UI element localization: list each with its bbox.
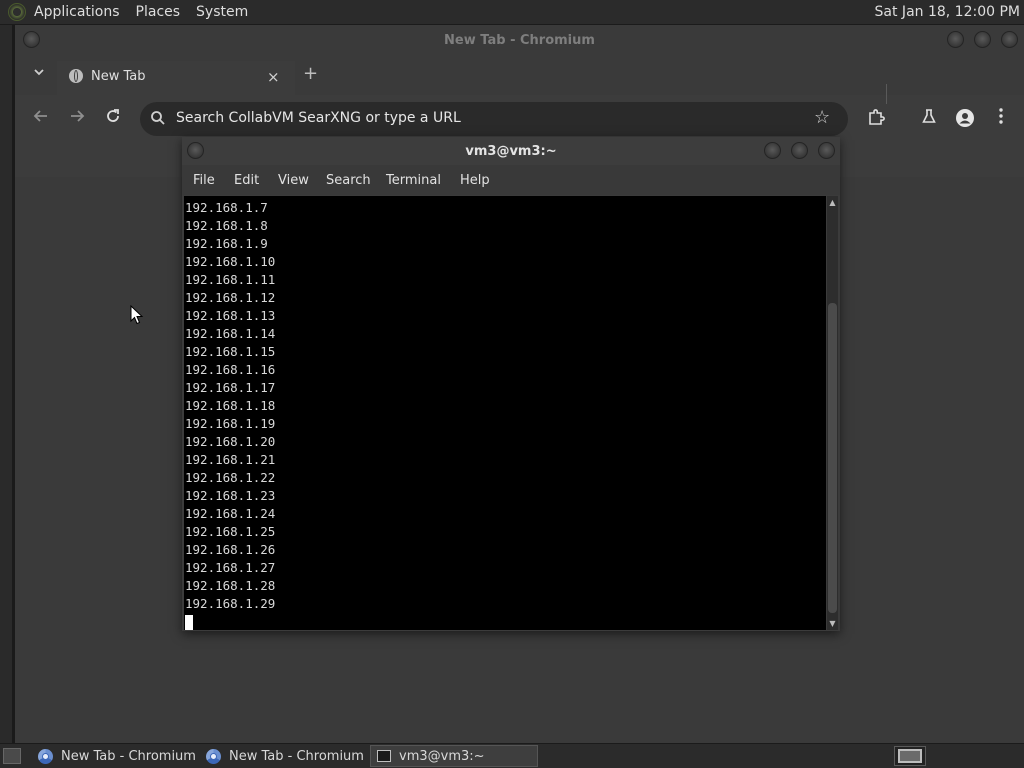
terminal-line: 192.168.1.29 <box>185 596 276 611</box>
extensions-puzzle-icon[interactable] <box>866 108 886 128</box>
terminal-line: 192.168.1.17 <box>185 380 276 395</box>
chromium-icon <box>206 748 221 764</box>
bookmark-star-icon[interactable]: ☆ <box>814 107 830 128</box>
minimize-button[interactable] <box>764 142 781 159</box>
terminal-line: 192.168.1.20 <box>185 434 276 449</box>
chromium-icon <box>38 748 53 764</box>
browser-toolbar: Search CollabVM SearXNG or type a URL ☆ <box>15 95 1024 141</box>
scroll-thumb[interactable] <box>828 303 837 613</box>
terminal-cursor <box>185 614 193 630</box>
browser-menu-icon[interactable] <box>991 108 1011 128</box>
labs-flask-icon[interactable] <box>919 108 939 128</box>
back-arrow-icon[interactable] <box>31 108 51 128</box>
menu-file[interactable]: File <box>193 173 215 188</box>
terminal-line: 192.168.1.19 <box>185 416 276 431</box>
terminal-window: vm3@vm3:~ File Edit View Search Terminal… <box>182 137 840 631</box>
terminal-line: 192.168.1.9 <box>185 236 268 251</box>
menu-terminal[interactable]: Terminal <box>386 173 441 188</box>
show-desktop-icon[interactable] <box>3 748 21 764</box>
tab-close-icon[interactable]: × <box>267 68 280 86</box>
tab-title: New Tab <box>91 69 146 84</box>
terminal-line: 192.168.1.25 <box>185 524 276 539</box>
scroll-down-arrow-icon[interactable]: ▼ <box>828 619 837 628</box>
mouse-pointer-icon <box>130 305 144 325</box>
window-title: New Tab - Chromium <box>444 33 595 48</box>
system-menu[interactable]: System <box>188 4 256 20</box>
maximize-button[interactable] <box>974 31 991 48</box>
terminal-titlebar[interactable]: vm3@vm3:~ <box>182 137 840 165</box>
maximize-button[interactable] <box>791 142 808 159</box>
tab-new-tab[interactable]: New Tab × <box>57 61 295 95</box>
taskbar-item-chromium-2[interactable]: New Tab - Chromium <box>200 745 366 767</box>
terminal-icon <box>377 750 391 762</box>
clock[interactable]: Sat Jan 18, 12:00 PM <box>875 4 1020 20</box>
menu-edit[interactable]: Edit <box>234 173 259 188</box>
terminal-title: vm3@vm3:~ <box>465 144 557 159</box>
taskbar-item-label: New Tab - Chromium <box>61 748 196 764</box>
terminal-line: 192.168.1.27 <box>185 560 276 575</box>
terminal-line: 192.168.1.22 <box>185 470 276 485</box>
new-tab-button[interactable]: + <box>303 65 318 83</box>
reload-icon[interactable] <box>103 108 123 128</box>
minimize-button[interactable] <box>947 31 964 48</box>
bottom-taskbar: New Tab - Chromium New Tab - Chromium vm… <box>0 743 1024 768</box>
menu-view[interactable]: View <box>278 173 309 188</box>
search-icon <box>151 111 165 125</box>
workspace-switcher[interactable] <box>894 746 926 766</box>
terminal-line: 192.168.1.15 <box>185 344 276 359</box>
distro-logo-icon[interactable] <box>8 3 26 21</box>
taskbar-item-label: vm3@vm3:~ <box>399 748 485 764</box>
menu-search[interactable]: Search <box>326 173 371 188</box>
applications-menu[interactable]: Applications <box>26 4 128 20</box>
omnibox-placeholder[interactable]: Search CollabVM SearXNG or type a URL <box>176 110 461 126</box>
tab-strip: New Tab × + <box>15 55 1024 95</box>
terminal-output[interactable]: 192.168.1.7 192.168.1.8 192.168.1.9 192.… <box>184 196 826 630</box>
terminal-line: 192.168.1.10 <box>185 254 276 269</box>
close-button[interactable] <box>1001 31 1018 48</box>
tab-search-chevron-icon[interactable] <box>31 66 47 82</box>
terminal-line: 192.168.1.7 <box>185 200 268 215</box>
close-button[interactable] <box>818 142 835 159</box>
terminal-line: 192.168.1.18 <box>185 398 276 413</box>
terminal-line: 192.168.1.21 <box>185 452 276 467</box>
terminal-line: 192.168.1.14 <box>185 326 276 341</box>
terminal-line: 192.168.1.12 <box>185 290 276 305</box>
terminal-line: 192.168.1.24 <box>185 506 276 521</box>
terminal-line: 192.168.1.11 <box>185 272 276 287</box>
top-panel: Applications Places System Sat Jan 18, 1… <box>0 0 1024 25</box>
terminal-scrollbar[interactable]: ▲ ▼ <box>827 196 838 630</box>
terminal-line: 192.168.1.23 <box>185 488 276 503</box>
terminal-line: 192.168.1.13 <box>185 308 276 323</box>
profile-avatar-icon[interactable] <box>955 108 975 128</box>
workspace-1[interactable] <box>898 749 922 763</box>
terminal-prompt-line[interactable] <box>185 613 275 630</box>
chromium-titlebar[interactable]: New Tab - Chromium <box>15 25 1024 55</box>
menu-help[interactable]: Help <box>460 173 490 188</box>
globe-icon <box>69 69 83 83</box>
places-menu[interactable]: Places <box>128 4 189 20</box>
taskbar-item-label: New Tab - Chromium <box>229 748 364 764</box>
toolbar-divider <box>886 84 887 104</box>
scroll-up-arrow-icon[interactable]: ▲ <box>828 198 837 207</box>
terminal-menubar: File Edit View Search Terminal Help <box>182 165 840 195</box>
terminal-line: 192.168.1.16 <box>185 362 276 377</box>
omnibox[interactable]: Search CollabVM SearXNG or type a URL ☆ <box>140 102 848 136</box>
terminal-lines: 192.168.1.7 192.168.1.8 192.168.1.9 192.… <box>185 199 275 630</box>
taskbar-item-chromium-1[interactable]: New Tab - Chromium <box>32 745 196 767</box>
terminal-line: 192.168.1.8 <box>185 218 268 233</box>
terminal-line: 192.168.1.26 <box>185 542 276 557</box>
forward-arrow-icon[interactable] <box>67 108 87 128</box>
terminal-line: 192.168.1.28 <box>185 578 276 593</box>
taskbar-item-terminal[interactable]: vm3@vm3:~ <box>370 745 538 767</box>
